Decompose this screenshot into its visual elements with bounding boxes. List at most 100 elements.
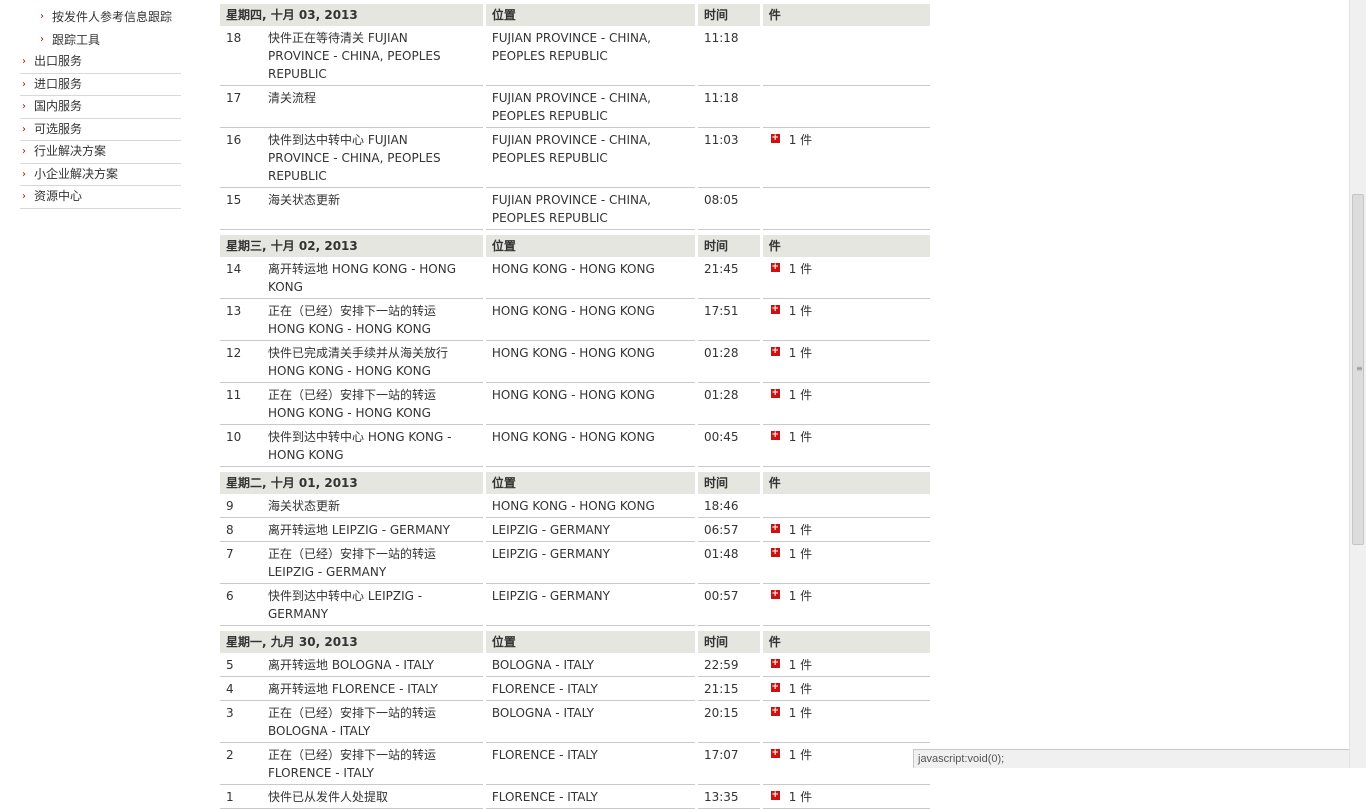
expand-plus-icon[interactable]: +: [770, 791, 780, 800]
activity-cell: 8 离开转运地 LEIPZIG - GERMANY: [220, 518, 483, 542]
tracking-history-table: 星期四, 十月 03, 2013 位置 时间件 18 快件正在等待清关 FUJIAN P…: [220, 4, 930, 809]
pieces-toggle[interactable]: +1 件: [769, 680, 924, 698]
event-number: 1: [226, 790, 234, 804]
event-activity: 离开转运地 BOLOGNA - ITALY: [268, 658, 434, 672]
pieces-toggle[interactable]: +1 件: [769, 656, 924, 674]
chevron-right-icon: ›: [22, 168, 26, 180]
event-pieces: +1 件: [762, 518, 930, 542]
sidebar-item-label: 行业解决方案: [34, 144, 107, 158]
table-row: 16 快件到达中转中心 FUJIAN PROVINCE - CHINA, PEOP…: [220, 128, 930, 188]
event-number: 4: [226, 682, 234, 696]
sidebar-subitem-shipper-reference[interactable]: › 按发件人参考信息跟踪: [20, 6, 181, 29]
activity-cell: 9 海关状态更新: [220, 494, 483, 518]
table-row: 13 正在（已经）安排下一站的转运 HONG KONG - HONG KONG HO…: [220, 299, 930, 341]
expand-plus-icon[interactable]: +: [770, 347, 780, 356]
event-number: 3: [226, 706, 234, 720]
event-pieces: +1 件: [762, 425, 930, 467]
expand-plus-icon[interactable]: +: [770, 263, 780, 272]
expand-plus-icon[interactable]: +: [770, 707, 780, 716]
event-activity: 快件已从发件人处提取: [268, 790, 389, 804]
expand-plus-icon[interactable]: +: [770, 659, 780, 668]
event-number: 18: [226, 31, 242, 45]
sidebar-item-export[interactable]: › 出口服务: [20, 51, 181, 74]
status-bar-text: javascript:void(0);: [918, 753, 1005, 765]
expand-plus-icon[interactable]: +: [770, 389, 780, 398]
scrollbar-thumb[interactable]: ≡: [1352, 194, 1364, 545]
expand-plus-icon[interactable]: +: [770, 134, 780, 143]
event-number: 7: [226, 547, 234, 561]
pieces-toggle[interactable]: +1 件: [769, 344, 924, 362]
expand-plus-icon[interactable]: +: [770, 431, 780, 440]
pieces-toggle[interactable]: +1 件: [769, 386, 924, 404]
date-group: 星期二, 十月 01, 2013 位置 时间件 9 海关状态更新 HONG KONG - …: [220, 472, 930, 626]
activity-cell: 7 正在（已经）安排下一站的转运 LEIPZIG - GERMANY: [220, 542, 483, 584]
pieces-toggle[interactable]: +1 件: [769, 746, 924, 764]
pieces-count: 1 件: [788, 547, 813, 561]
event-location: HONG KONG - HONG KONG: [485, 341, 695, 383]
pieces-column-header: 件: [762, 235, 930, 257]
pieces-toggle[interactable]: +1 件: [769, 260, 924, 278]
table-row: 7 正在（已经）安排下一站的转运 LEIPZIG - GERMANY LEIPZIG…: [220, 542, 930, 584]
event-pieces: +1 件: [762, 653, 930, 677]
event-pieces: [762, 86, 930, 128]
time-column-header: 时间: [697, 472, 760, 494]
expand-plus-icon[interactable]: +: [770, 749, 780, 758]
pieces-count: 1 件: [788, 748, 813, 762]
table-row: 9 海关状态更新 HONG KONG - HONG KONG 18:46: [220, 494, 930, 518]
expand-plus-icon[interactable]: +: [770, 305, 780, 314]
event-activity: 离开转运地 HONG KONG - HONG KONG: [268, 262, 457, 294]
event-location: FUJIAN PROVINCE - CHINA, PEOPLES REPUBLI…: [485, 128, 695, 188]
date-group: 星期一, 九月 30, 2013 位置 时间件 5 离开转运地 BOLOGNA - IT…: [220, 631, 930, 809]
sidebar-subitem-label: 跟踪工具: [52, 32, 101, 47]
sidebar-item-label: 可选服务: [34, 121, 83, 136]
sidebar-item-small-business[interactable]: › 小企业解决方案: [20, 164, 181, 186]
expand-plus-icon[interactable]: +: [770, 590, 780, 599]
event-number: 9: [226, 499, 234, 513]
expand-plus-icon[interactable]: +: [770, 548, 780, 557]
pieces-toggle[interactable]: +1 件: [769, 587, 924, 605]
pieces-toggle[interactable]: +1 件: [769, 788, 924, 806]
chevron-right-icon: ›: [40, 11, 44, 22]
event-number: 15: [226, 193, 242, 207]
event-activity: 正在（已经）安排下一站的转运 BOLOGNA - ITALY: [268, 706, 437, 738]
table-row: 14 离开转运地 HONG KONG - HONG KONG HONG KONG -…: [220, 257, 930, 299]
date-header: 星期二, 十月 01, 2013: [220, 472, 483, 494]
event-number: 6: [226, 589, 234, 603]
event-pieces: +1 件: [762, 542, 930, 584]
pieces-toggle[interactable]: +1 件: [769, 428, 924, 446]
sidebar-item-domestic[interactable]: › 国内服务: [20, 96, 181, 119]
pieces-toggle[interactable]: +1 件: [769, 302, 924, 320]
chevron-right-icon: ›: [22, 101, 26, 112]
location-column-header: 位置: [485, 4, 695, 26]
event-pieces: [762, 494, 930, 518]
table-row: 3 正在（已经）安排下一站的转运 BOLOGNA - ITALY BOLOGNA -…: [220, 701, 930, 743]
pieces-toggle[interactable]: +1 件: [769, 521, 924, 539]
vertical-scrollbar[interactable]: ≡: [1349, 0, 1366, 768]
date-label: 星期二, 十月 01, 2013: [226, 476, 358, 490]
event-time: 01:28: [697, 341, 760, 383]
activity-cell: 15 海关状态更新: [220, 188, 483, 230]
table-row: 8 离开转运地 LEIPZIG - GERMANY LEIPZIG - GERMAN…: [220, 518, 930, 542]
sidebar-item-industry[interactable]: › 行业解决方案: [20, 141, 181, 164]
table-row: 15 海关状态更新 FUJIAN PROVINCE - CHINA, PEOPLES…: [220, 188, 930, 230]
expand-plus-icon[interactable]: +: [770, 524, 780, 533]
sidebar-item-import[interactable]: › 进口服务: [20, 74, 181, 96]
sidebar-item-resources[interactable]: › 资源中心: [20, 186, 181, 209]
expand-plus-icon[interactable]: +: [770, 683, 780, 692]
sidebar-item-label: 小企业解决方案: [34, 166, 119, 181]
pieces-toggle[interactable]: +1 件: [769, 131, 924, 149]
table-row: 6 快件到达中转中心 LEIPZIG - GERMANY LEIPZIG - GER…: [220, 584, 930, 626]
sidebar-item-optional[interactable]: › 可选服务: [20, 119, 181, 141]
event-location: LEIPZIG - GERMANY: [485, 542, 695, 584]
date-label: 星期三, 十月 02, 2013: [226, 239, 358, 253]
pieces-toggle[interactable]: +1 件: [769, 545, 924, 563]
event-location: FUJIAN PROVINCE - CHINA, PEOPLES REPUBLI…: [485, 26, 695, 86]
sidebar-subitem-tracking-tools[interactable]: › 跟踪工具: [20, 29, 181, 52]
pieces-count: 1 件: [788, 304, 813, 318]
event-time: 11:18: [697, 26, 760, 86]
activity-cell: 2 正在（已经）安排下一站的转运 FLORENCE - ITALY: [220, 743, 483, 785]
event-location: LEIPZIG - GERMANY: [485, 584, 695, 626]
event-number: 11: [226, 388, 242, 402]
pieces-toggle[interactable]: +1 件: [769, 704, 924, 722]
pieces-column-header: 件: [762, 4, 930, 26]
